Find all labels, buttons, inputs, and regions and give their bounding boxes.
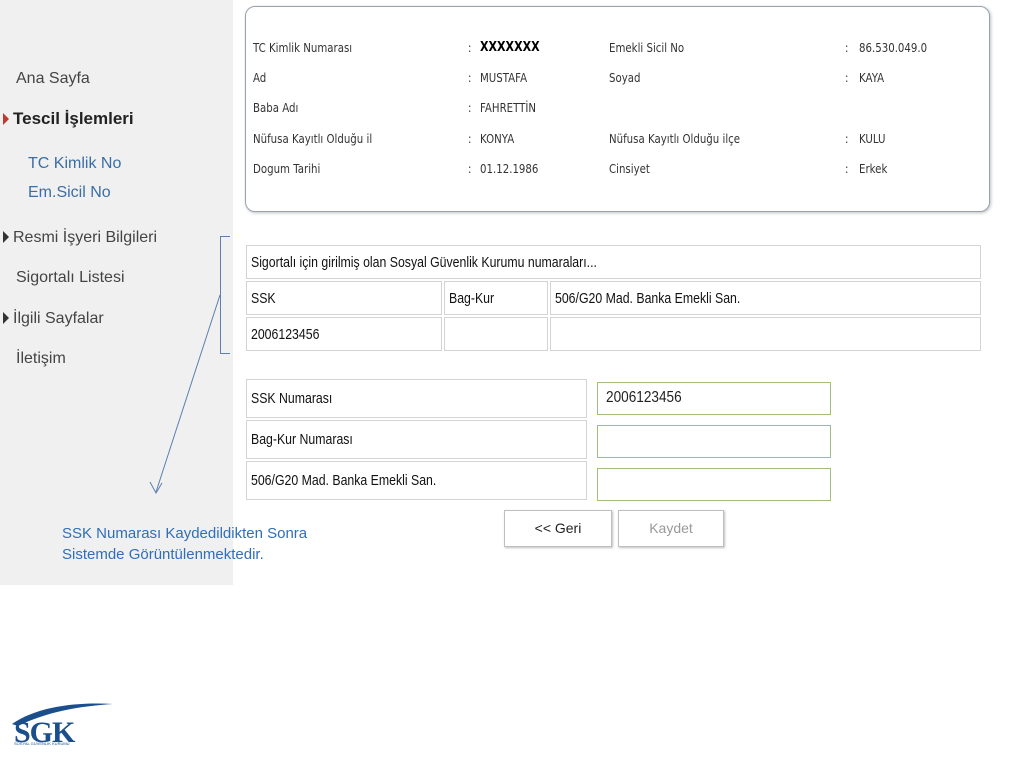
soyad-label: Soyad bbox=[609, 71, 641, 85]
tc-kimlik-value: XXXXXXX bbox=[480, 40, 540, 55]
table-cell-bagkur bbox=[444, 317, 548, 351]
separator: : bbox=[845, 132, 849, 146]
table-row: SSK Bag-Kur 506/G20 Mad. Banka Emekli Sa… bbox=[246, 281, 981, 315]
personal-info-panel: TC Kimlik Numarası : XXXXXXX Emekli Sici… bbox=[245, 6, 990, 212]
table-row: Bag-Kur Numarası bbox=[246, 420, 587, 459]
separator: : bbox=[845, 41, 849, 55]
expand-arrow-icon bbox=[3, 230, 9, 243]
sidebar-item-label: TC Kimlik No bbox=[28, 155, 122, 172]
banka-emekli-label: 506/G20 Mad. Banka Emekli San. bbox=[246, 461, 587, 500]
bagkur-number-label: Bag-Kur Numarası bbox=[246, 420, 587, 459]
expand-arrow-icon bbox=[3, 311, 9, 324]
nufus-ilce-label: Nüfusa Kayıtlı Olduğu ilçe bbox=[609, 132, 741, 146]
sidebar-item-label: Tescil İşlemleri bbox=[13, 109, 134, 128]
table-cell-506 bbox=[550, 317, 981, 351]
table-header-bagkur: Bag-Kur bbox=[444, 281, 548, 315]
separator: : bbox=[845, 162, 849, 176]
separator: : bbox=[468, 162, 472, 176]
nufus-ilce-value: KULU bbox=[859, 132, 886, 146]
sidebar-item-label: Sigortalı Listesi bbox=[16, 269, 125, 286]
sidebar-item-ana-sayfa[interactable]: Ana Sayfa bbox=[16, 70, 90, 88]
sidebar-item-label: İlgili Sayfalar bbox=[13, 310, 104, 327]
sidebar-item-tescil-islemleri[interactable]: Tescil İşlemleri bbox=[3, 109, 134, 129]
table-row: Sigortalı için girilmiş olan Sosyal Güve… bbox=[246, 245, 981, 279]
dogum-tarihi-value: 01.12.1986 bbox=[480, 162, 539, 176]
banka-emekli-input[interactable] bbox=[597, 468, 831, 501]
sidebar-item-ilgili-sayfalar[interactable]: İlgili Sayfalar bbox=[3, 310, 104, 328]
table-row: SSK Numarası bbox=[246, 379, 587, 418]
nufus-il-label: Nüfusa Kayıtlı Olduğu il bbox=[253, 132, 373, 146]
save-button[interactable]: Kaydet bbox=[618, 510, 724, 547]
soyad-value: KAYA bbox=[859, 71, 885, 85]
page-root: Ana Sayfa Tescil İşlemleri TC Kimlik No … bbox=[0, 0, 1024, 768]
annotation-caption: SSK Numarası Kaydedildikten Sonra Sistem… bbox=[62, 523, 307, 565]
sidebar-item-iletisim[interactable]: İletişim bbox=[16, 350, 66, 368]
sgk-logo: SGK SOSYAL GÜVENLİK KURUMU bbox=[8, 702, 120, 750]
logo-subtitle: SOSYAL GÜVENLİK KURUMU bbox=[14, 741, 70, 746]
caption-line-1: SSK Numarası Kaydedildikten Sonra bbox=[62, 525, 308, 542]
baba-adi-label: Baba Adı bbox=[253, 101, 299, 115]
separator: : bbox=[468, 101, 472, 115]
tc-kimlik-label: TC Kimlik Numarası bbox=[253, 41, 353, 55]
ssk-numbers-table: Sigortalı için girilmiş olan Sosyal Güve… bbox=[244, 243, 983, 353]
separator: : bbox=[845, 71, 849, 85]
ssk-form-table: SSK Numarası Bag-Kur Numarası 506/G20 Ma… bbox=[244, 377, 589, 502]
table-cell-ssk: 2006123456 bbox=[246, 317, 442, 351]
cinsiyet-label: Cinsiyet bbox=[609, 162, 650, 176]
bagkur-number-input[interactable] bbox=[597, 425, 831, 458]
expand-arrow-icon bbox=[3, 112, 9, 125]
dogum-tarihi-label: Dogum Tarihi bbox=[253, 162, 321, 176]
table-header-506: 506/G20 Mad. Banka Emekli San. bbox=[550, 281, 981, 315]
nufus-il-value: KONYA bbox=[480, 132, 515, 146]
table-row: 2006123456 bbox=[246, 317, 981, 351]
ad-value: MUSTAFA bbox=[480, 71, 528, 85]
table-header-ssk: SSK bbox=[246, 281, 442, 315]
separator: : bbox=[468, 71, 472, 85]
annotation-arrow-icon bbox=[149, 294, 221, 495]
sidebar-item-tc-kimlik-no[interactable]: TC Kimlik No bbox=[28, 155, 121, 173]
sidebar-item-label: Em.Sicil No bbox=[28, 184, 111, 201]
emekli-sicil-value: 86.530.049.0 bbox=[859, 41, 928, 55]
caption-line-2: Sistemde Görüntülenmektedir. bbox=[62, 546, 264, 563]
sidebar-item-label: İletişim bbox=[16, 350, 66, 367]
sidebar-item-label: Ana Sayfa bbox=[16, 70, 90, 87]
baba-adi-value: FAHRETTİN bbox=[480, 101, 537, 115]
separator: : bbox=[468, 41, 472, 55]
table-row: 506/G20 Mad. Banka Emekli San. bbox=[246, 461, 587, 500]
table-title: Sigortalı için girilmiş olan Sosyal Güve… bbox=[246, 245, 981, 279]
sidebar-item-label: Resmi İşyeri Bilgileri bbox=[13, 229, 158, 246]
sidebar-item-sigortali-listesi[interactable]: Sigortalı Listesi bbox=[16, 269, 125, 287]
ssk-number-input[interactable]: 2006123456 bbox=[597, 382, 831, 415]
sidebar-item-resmi-isyeri-bilgileri[interactable]: Resmi İşyeri Bilgileri bbox=[3, 229, 157, 247]
cinsiyet-value: Erkek bbox=[859, 162, 888, 176]
sidebar-item-em-sicil-no[interactable]: Em.Sicil No bbox=[28, 184, 111, 202]
emekli-sicil-label: Emekli Sicil No bbox=[609, 41, 685, 55]
ad-label: Ad bbox=[253, 71, 267, 85]
ssk-number-label: SSK Numarası bbox=[246, 379, 587, 418]
separator: : bbox=[468, 132, 472, 146]
back-button[interactable]: << Geri bbox=[504, 510, 612, 547]
